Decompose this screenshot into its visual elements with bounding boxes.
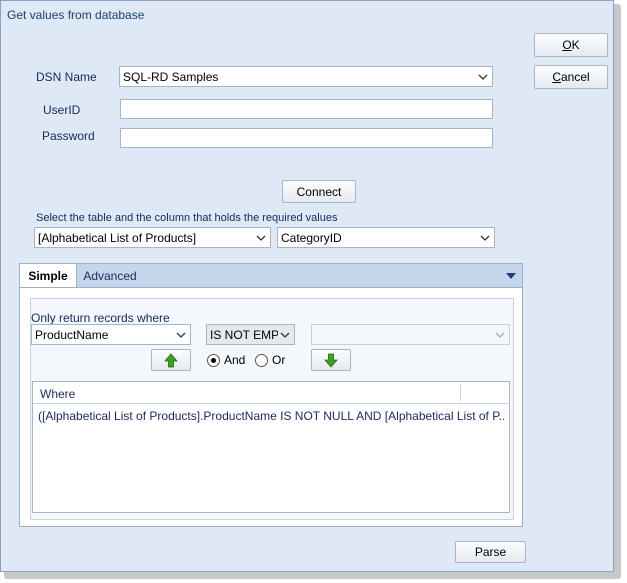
password-field[interactable] — [120, 128, 493, 148]
chevron-down-icon — [176, 332, 186, 338]
where-grid[interactable]: Where ([Alphabetical List of Products].P… — [32, 381, 510, 513]
tab-strip: Simple Advanced — [19, 263, 523, 288]
radio-circle-and — [207, 353, 220, 367]
table-select-value: [Alphabetical List of Products] — [38, 231, 197, 245]
dialog-window: Get values from database OK Cancel DSN N… — [0, 0, 614, 572]
radio-circle-or — [255, 353, 268, 367]
column-select[interactable]: CategoryID — [277, 227, 495, 248]
filter-field-select[interactable]: ProductName — [31, 324, 191, 345]
dsn-name-select[interactable]: SQL-RD Samples — [119, 66, 493, 87]
filter-field-value: ProductName — [35, 328, 109, 342]
window-title: Get values from database — [7, 8, 145, 22]
logic-or-label: Or — [272, 353, 286, 367]
userid-label: UserID — [43, 103, 81, 117]
tab-simple[interactable]: Simple — [19, 263, 77, 288]
logic-and-radio[interactable]: And — [207, 353, 245, 367]
userid-field[interactable] — [120, 99, 493, 119]
move-down-button[interactable] — [311, 349, 351, 371]
tab-advanced[interactable]: Advanced — [80, 263, 140, 288]
table-column-instruction: Select the table and the column that hol… — [36, 212, 338, 224]
arrow-up-icon — [164, 352, 178, 367]
column-divider[interactable] — [460, 385, 461, 401]
logic-or-radio[interactable]: Or — [255, 353, 285, 367]
title-bar[interactable]: Get values from database — [1, 1, 613, 29]
filter-label: Only return records where — [31, 311, 170, 325]
column-select-value: CategoryID — [281, 231, 342, 245]
filter-operator-value: IS NOT EMPT' — [210, 328, 278, 342]
move-up-button[interactable] — [151, 349, 191, 371]
where-grid-header: Where — [33, 382, 509, 404]
filter-value-select[interactable] — [311, 324, 510, 345]
dsn-name-label: DSN Name — [36, 70, 97, 84]
table-select[interactable]: [Alphabetical List of Products] — [34, 227, 271, 248]
chevron-down-icon — [478, 74, 488, 80]
cancel-button[interactable]: Cancel — [534, 65, 608, 89]
chevron-down-icon — [480, 235, 490, 241]
parse-button[interactable]: Parse — [455, 541, 526, 563]
dsn-name-value: SQL-RD Samples — [123, 70, 219, 84]
chevron-down-icon — [280, 332, 290, 338]
chevron-down-icon — [256, 235, 266, 241]
logic-and-label: And — [224, 353, 246, 367]
filter-operator-select[interactable]: IS NOT EMPT' — [206, 324, 295, 345]
where-grid-row[interactable]: ([Alphabetical List of Products].Product… — [38, 409, 504, 423]
connect-button[interactable]: Connect — [282, 180, 356, 203]
password-label: Password — [42, 129, 95, 143]
ok-button[interactable]: OK — [534, 33, 608, 57]
tab-menu-dropdown-icon[interactable] — [506, 273, 516, 280]
chevron-down-icon — [495, 332, 505, 338]
arrow-down-icon — [324, 353, 338, 368]
where-column-header[interactable]: Where — [40, 387, 75, 401]
